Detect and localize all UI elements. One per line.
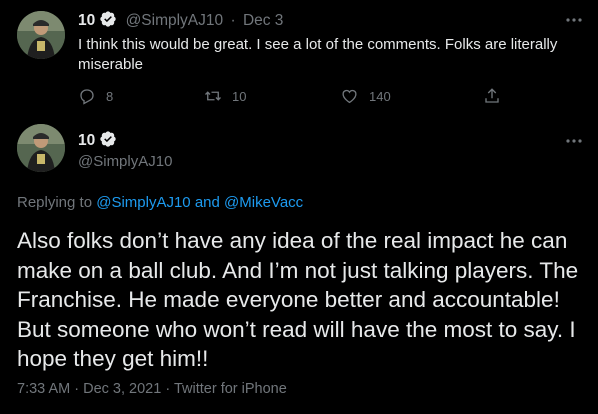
reply-bubble-icon xyxy=(80,89,94,105)
author-handle[interactable]: @SimplyAJ10 xyxy=(78,153,172,170)
avatar[interactable] xyxy=(17,11,65,59)
tweet-time[interactable]: 7:33 AM xyxy=(17,381,70,397)
tweet-actions: 8 10 140 xyxy=(78,86,518,108)
separator-dot: · xyxy=(165,381,171,397)
more-dots-icon xyxy=(566,18,582,22)
verified-badge-icon xyxy=(100,131,116,147)
mention-link[interactable]: @SimplyAJ10 xyxy=(96,194,190,211)
more-options-button[interactable] xyxy=(564,13,584,27)
replying-and[interactable]: and xyxy=(195,194,220,211)
replying-to: Replying to @SimplyAJ10 and @MikeVacc xyxy=(17,194,303,211)
tweet-source[interactable]: Twitter for iPhone xyxy=(174,381,287,397)
author-name[interactable]: 10 xyxy=(78,132,95,149)
retweet-count: 10 xyxy=(232,88,247,104)
more-dots-icon xyxy=(566,139,582,143)
avatar[interactable] xyxy=(17,124,65,172)
avatar-image xyxy=(17,11,65,59)
like-button[interactable]: 140 xyxy=(340,86,391,106)
context-tweet-text: I think this would be great. I see a lot… xyxy=(78,36,558,73)
share-button[interactable] xyxy=(483,86,511,106)
tweet-meta: 7:33 AM · Dec 3, 2021 · Twitter for iPho… xyxy=(17,381,287,397)
retweet-icon xyxy=(205,91,221,101)
tweet-date[interactable]: Dec 3, 2021 xyxy=(83,381,161,397)
avatar-image xyxy=(17,124,65,172)
retweet-button[interactable]: 10 xyxy=(204,86,246,106)
verified-badge-icon xyxy=(100,11,116,27)
context-tweet[interactable]: 10 @SimplyAJ10 · Dec 3 I think this woul… xyxy=(0,0,598,114)
tweet-text: Also folks don’t have any idea of the re… xyxy=(17,228,579,371)
tweet-date[interactable]: Dec 3 xyxy=(243,12,284,29)
like-count: 140 xyxy=(369,88,391,104)
author-handle[interactable]: @SimplyAJ10 xyxy=(126,12,224,29)
replying-prefix: Replying to xyxy=(17,194,93,211)
reply-count: 8 xyxy=(106,88,114,104)
separator-dot: · xyxy=(74,381,80,397)
mention-link[interactable]: @MikeVacc xyxy=(224,194,303,211)
heart-icon xyxy=(342,89,357,104)
more-options-button[interactable] xyxy=(564,134,584,148)
share-upload-icon xyxy=(485,88,499,103)
author-name[interactable]: 10 xyxy=(78,12,95,29)
reply-button[interactable]: 8 xyxy=(78,86,113,106)
separator-dot: · xyxy=(230,12,236,29)
